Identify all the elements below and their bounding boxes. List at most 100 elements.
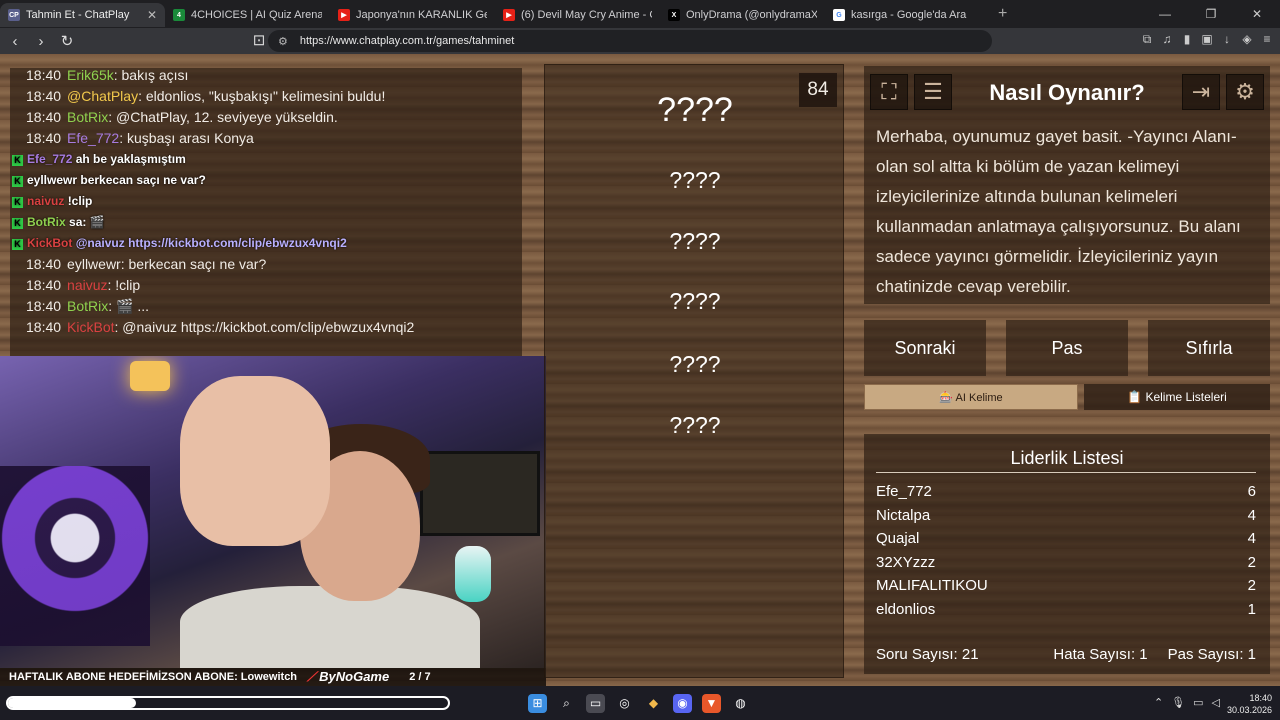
maximize-icon[interactable]: ❐ [1188, 7, 1234, 21]
extensions-icon[interactable]: ⧉ [1140, 32, 1154, 46]
overlay-chat-line: K Efe_772 ah be yaklaşmıştım [12, 152, 186, 166]
leaderboard-row: eldonlios 1 [876, 601, 1256, 618]
system-clock[interactable]: 18:40 30.03.2026 [1227, 692, 1272, 716]
next-button[interactable]: Sonraki [864, 320, 986, 376]
tab-ai-word[interactable]: 🎰 AI Kelime [864, 384, 1078, 410]
divider [876, 472, 1256, 473]
tab-title: kasırga - Google'da Ara [851, 9, 967, 21]
overlay-chat-line: K KickBot @naivuz https://kickbot.com/cli… [12, 236, 347, 250]
network-icon[interactable]: ▭ [1193, 696, 1203, 709]
kick-badge-icon: K [12, 176, 23, 187]
chat-message: 18:40 Efe_772: kuşbaşı arası Konya [26, 130, 254, 146]
how-to-play-panel: ⛶ ☰ Nasıl Oynanır? ⇥ ⚙ Merhaba, oyunumuz… [864, 66, 1270, 304]
tab-title: Tahmin Et - ChatPlay [26, 9, 130, 21]
shield-icon[interactable]: ◈ [1240, 32, 1254, 46]
sidebar-icon[interactable]: ▮ [1180, 32, 1194, 46]
tab-title: (6) Devil May Cry Anime - Görev 11: [521, 9, 652, 21]
stream-progress-bar [6, 696, 450, 710]
youtube-icon: ▶ [503, 9, 515, 21]
chat-message: 18:40 BotRix: 🎬 ... [26, 298, 150, 314]
pass-button[interactable]: Pas [1006, 320, 1128, 376]
leaderboard-title: Liderlik Listesi [1010, 448, 1124, 468]
chat-user: naivuz [67, 277, 108, 293]
how-to-play-text: Merhaba, oyunumuz gayet basit. -Yayıncı … [876, 127, 1241, 296]
minimize-icon[interactable]: — [1142, 7, 1188, 21]
kick-badge-icon: K [12, 239, 23, 250]
brave-icon[interactable]: ▼ [702, 694, 721, 713]
windows-start-icon[interactable]: ⊞ [528, 694, 547, 713]
tab-youtube-devil-may-cry[interactable]: ▶ (6) Devil May Cry Anime - Görev 11: [495, 3, 660, 27]
tab-x-onlydrama[interactable]: X OnlyDrama (@onlydramaX) / X [660, 3, 825, 27]
tab-title: Japonya'nın KARANLIK Gerçeği: Nedi [356, 9, 487, 21]
download-icon[interactable]: ↓ [1220, 32, 1234, 46]
word-column: 84 ???? ???? ???? ???? ???? ???? [544, 64, 844, 678]
site-info-icon[interactable]: ⚙ [278, 35, 288, 48]
tab-word-lists[interactable]: 📋 Kelime Listeleri [1084, 384, 1270, 410]
close-icon[interactable]: ✕ [147, 8, 157, 22]
media-icon[interactable]: ♫ [1160, 32, 1174, 46]
obs-icon[interactable]: ◍ [731, 694, 750, 713]
tab-tahmin-et[interactable]: CP Tahmin Et - ChatPlay ✕ [0, 3, 165, 27]
bookmark-icon[interactable]: ⊡ [248, 31, 270, 49]
forward-icon[interactable]: › [30, 33, 52, 50]
tab-4choices[interactable]: 4 4CHOICES | AI Quiz Arenası ve Gerçe [165, 3, 330, 27]
webcam-feed [0, 356, 546, 668]
lamp [130, 361, 170, 391]
tab-title: 4CHOICES | AI Quiz Arenası ve Gerçe [191, 9, 322, 21]
pixel-art-frame [420, 451, 540, 536]
progress-fill [8, 698, 136, 708]
wallet-icon[interactable]: ▣ [1200, 32, 1214, 46]
subscriber-goal: HAFTALIK ABONE HEDEFİMİZSON ABONE: Lowew… [9, 671, 298, 683]
ticker-counter: 2 / 7 [409, 671, 431, 683]
reset-button[interactable]: Sıfırla [1148, 320, 1270, 376]
pass-count: Pas Sayısı: 1 [1167, 646, 1256, 663]
forbidden-word: ???? [669, 412, 721, 438]
chat-message: 18:40 Erik65k: bakış açısı [26, 67, 189, 83]
kick-badge-icon: K [12, 197, 23, 208]
taskbar-apps: ⊞ ⌕ ▭ ◎ ◆ ◉ ▼ ◍ [528, 694, 750, 713]
volume-icon[interactable]: ◁ [1212, 696, 1220, 709]
leaderboard-row: Nictalpa 4 [876, 507, 1256, 524]
leaderboard-row: MALIFALITIKOU 2 [876, 577, 1256, 594]
menu-icon[interactable]: ≡ [1260, 32, 1274, 46]
leaderboard-panel: Liderlik Listesi Efe_772 6 Nictalpa 4 Quaj… [864, 434, 1270, 674]
vpn-icon[interactable]: ◆ [644, 694, 663, 713]
chat-message: 18:40 BotRix: @ChatPlay, 12. seviyeye yük… [26, 109, 338, 125]
exit-icon[interactable]: ⇥ [1182, 74, 1220, 110]
window-controls: — ❐ ✕ [1142, 0, 1280, 28]
forbidden-word: ???? [669, 351, 721, 377]
url-field[interactable]: ⚙ https://www.chatplay.com.tr/games/tahm… [268, 30, 992, 52]
reload-icon[interactable]: ↻ [56, 32, 78, 50]
overlay-chat-line: Keyllwewr berkecan saçı ne var? [12, 173, 206, 187]
kick-badge-icon: K [12, 218, 23, 229]
system-tray: ⌃ 🎙 ▭ ◁ [1154, 696, 1220, 709]
chat-user: BotRix [67, 109, 109, 125]
error-count: Hata Sayısı: 1 [1053, 646, 1148, 663]
youtube-icon: ▶ [338, 9, 350, 21]
chatplay-icon: CP [8, 9, 20, 21]
forbidden-word: ???? [669, 288, 721, 314]
discord-icon[interactable]: ◉ [673, 694, 692, 713]
search-icon[interactable]: ⌕ [557, 694, 576, 713]
settings-gear-icon[interactable]: ⚙ [1226, 74, 1264, 110]
chat-message: 18:40 @ChatPlay: eldonlios, "kuşbakışı" k… [26, 88, 386, 104]
microphone-icon[interactable]: 🎙 [1171, 696, 1185, 709]
url-text: https://www.chatplay.com.tr/games/tahmin… [299, 35, 515, 47]
chevron-up-icon[interactable]: ⌃ [1154, 696, 1163, 709]
chatgpt-icon[interactable]: ◎ [615, 694, 634, 713]
stats-footer: Soru Sayısı: 21 Hata Sayısı: 1 Pas Sayıs… [876, 646, 1256, 663]
4choices-icon: 4 [173, 9, 185, 21]
close-window-icon[interactable]: ✕ [1234, 7, 1280, 21]
chat-user: Efe_772 [67, 130, 120, 146]
tab-youtube-japonya[interactable]: ▶ Japonya'nın KARANLIK Gerçeği: Nedi [330, 3, 495, 27]
forbidden-word: ???? [669, 228, 721, 254]
leaderboard-row: Quajal 4 [876, 530, 1256, 547]
chat-user: KickBot [67, 319, 115, 335]
chat-user: Erik65k [67, 67, 114, 83]
tab-google-search[interactable]: G kasırga - Google'da Ara [825, 3, 990, 27]
file-explorer-icon[interactable]: ▭ [586, 694, 605, 713]
leaderboard-row: Efe_772 6 [876, 483, 1256, 500]
new-tab-icon[interactable]: + [998, 5, 1007, 23]
back-icon[interactable]: ‹ [4, 33, 26, 50]
kick-badge-icon: K [12, 155, 23, 166]
